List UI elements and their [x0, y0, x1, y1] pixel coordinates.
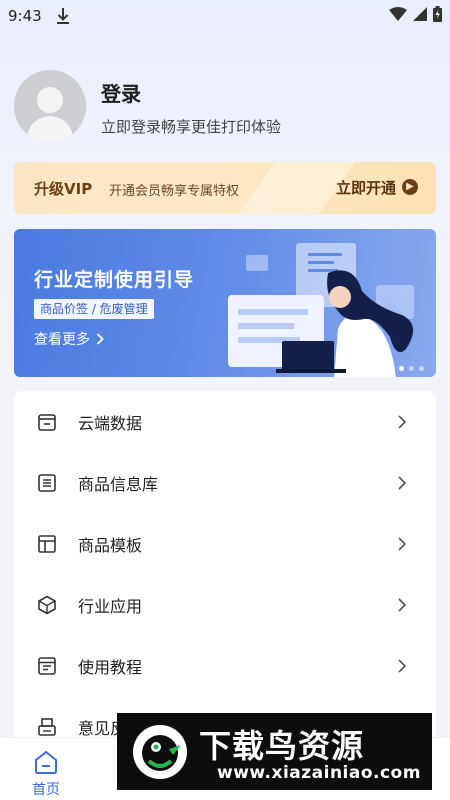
menu-item-label: 云端数据	[78, 413, 143, 433]
pagination-dot[interactable]	[409, 366, 414, 371]
cloud-folder-icon	[38, 413, 56, 431]
banner-tag: 商品价签 / 危废管理	[34, 299, 154, 319]
menu-item-label: 使用教程	[78, 657, 143, 677]
tutorial-doc-icon	[38, 656, 56, 675]
battery-icon	[433, 6, 442, 26]
chevron-right-icon	[398, 597, 407, 612]
banner-illustration	[228, 243, 414, 377]
signal-icon	[413, 7, 427, 25]
banner-more-label: 查看更多	[34, 332, 90, 348]
banner-pagination[interactable]	[399, 366, 424, 371]
avatar[interactable]	[14, 70, 86, 142]
bird-logo-icon	[133, 725, 187, 779]
status-time: 9:43	[8, 7, 42, 25]
chevron-right-icon	[398, 475, 407, 490]
chevron-right-icon	[398, 536, 407, 551]
menu-item-product-template[interactable]: 商品模板	[14, 513, 436, 574]
template-layout-icon	[38, 534, 56, 553]
vip-description: 开通会员畅享专属特权	[109, 184, 240, 199]
menu-item-cloud-data[interactable]: 云端数据	[14, 391, 436, 452]
banner-more-link[interactable]: 查看更多	[34, 329, 104, 349]
pagination-dot[interactable]	[399, 366, 404, 371]
tab-home-label: 首页	[32, 782, 60, 798]
vip-open-label: 立即开通	[335, 178, 396, 197]
menu-item-product-info[interactable]: 商品信息库	[14, 452, 436, 513]
login-title[interactable]: 登录	[101, 78, 141, 107]
menu-item-label: 商品模板	[78, 535, 143, 555]
menu-item-label: 行业应用	[78, 596, 143, 616]
watermark-overlay: 下载鸟资源 www.xiazainiao.com	[117, 713, 432, 790]
watermark-url: www.xiazainiao.com	[217, 763, 421, 783]
login-subtitle: 立即登录畅享更佳打印体验	[101, 118, 282, 136]
guide-banner[interactable]: 行业定制使用引导 商品价签 / 危废管理 查看更多	[14, 229, 436, 377]
list-icon	[38, 473, 56, 492]
status-bar: 9:43	[0, 0, 450, 32]
pagination-dot[interactable]	[419, 366, 424, 371]
chevron-right-circle-icon: ▶	[402, 179, 418, 195]
chevron-right-icon	[398, 658, 407, 673]
menu-item-tutorial[interactable]: 使用教程	[14, 635, 436, 696]
cube-icon	[38, 595, 56, 614]
chevron-right-icon	[398, 414, 407, 429]
profile-header[interactable]: 登录 立即登录畅享更佳打印体验	[14, 70, 434, 142]
status-right-icons	[389, 6, 442, 26]
home-icon	[35, 751, 57, 774]
chevron-right-icon	[96, 333, 104, 345]
vip-title: 升级VIP	[34, 180, 93, 198]
banner-title: 行业定制使用引导	[34, 269, 195, 291]
tab-home[interactable]: 首页	[24, 744, 68, 798]
watermark-text: 下载鸟资源	[199, 727, 365, 765]
menu-item-industry-apps[interactable]: 行业应用	[14, 574, 436, 635]
download-icon	[56, 7, 70, 25]
vip-open-button[interactable]: 立即开通 ▶	[336, 176, 418, 198]
menu-item-label: 商品信息库	[78, 474, 159, 494]
wifi-icon	[389, 7, 407, 25]
feedback-printer-icon	[38, 717, 56, 736]
vip-upgrade-bar[interactable]: 升级VIP 开通会员畅享专属特权 立即开通 ▶	[14, 162, 436, 214]
